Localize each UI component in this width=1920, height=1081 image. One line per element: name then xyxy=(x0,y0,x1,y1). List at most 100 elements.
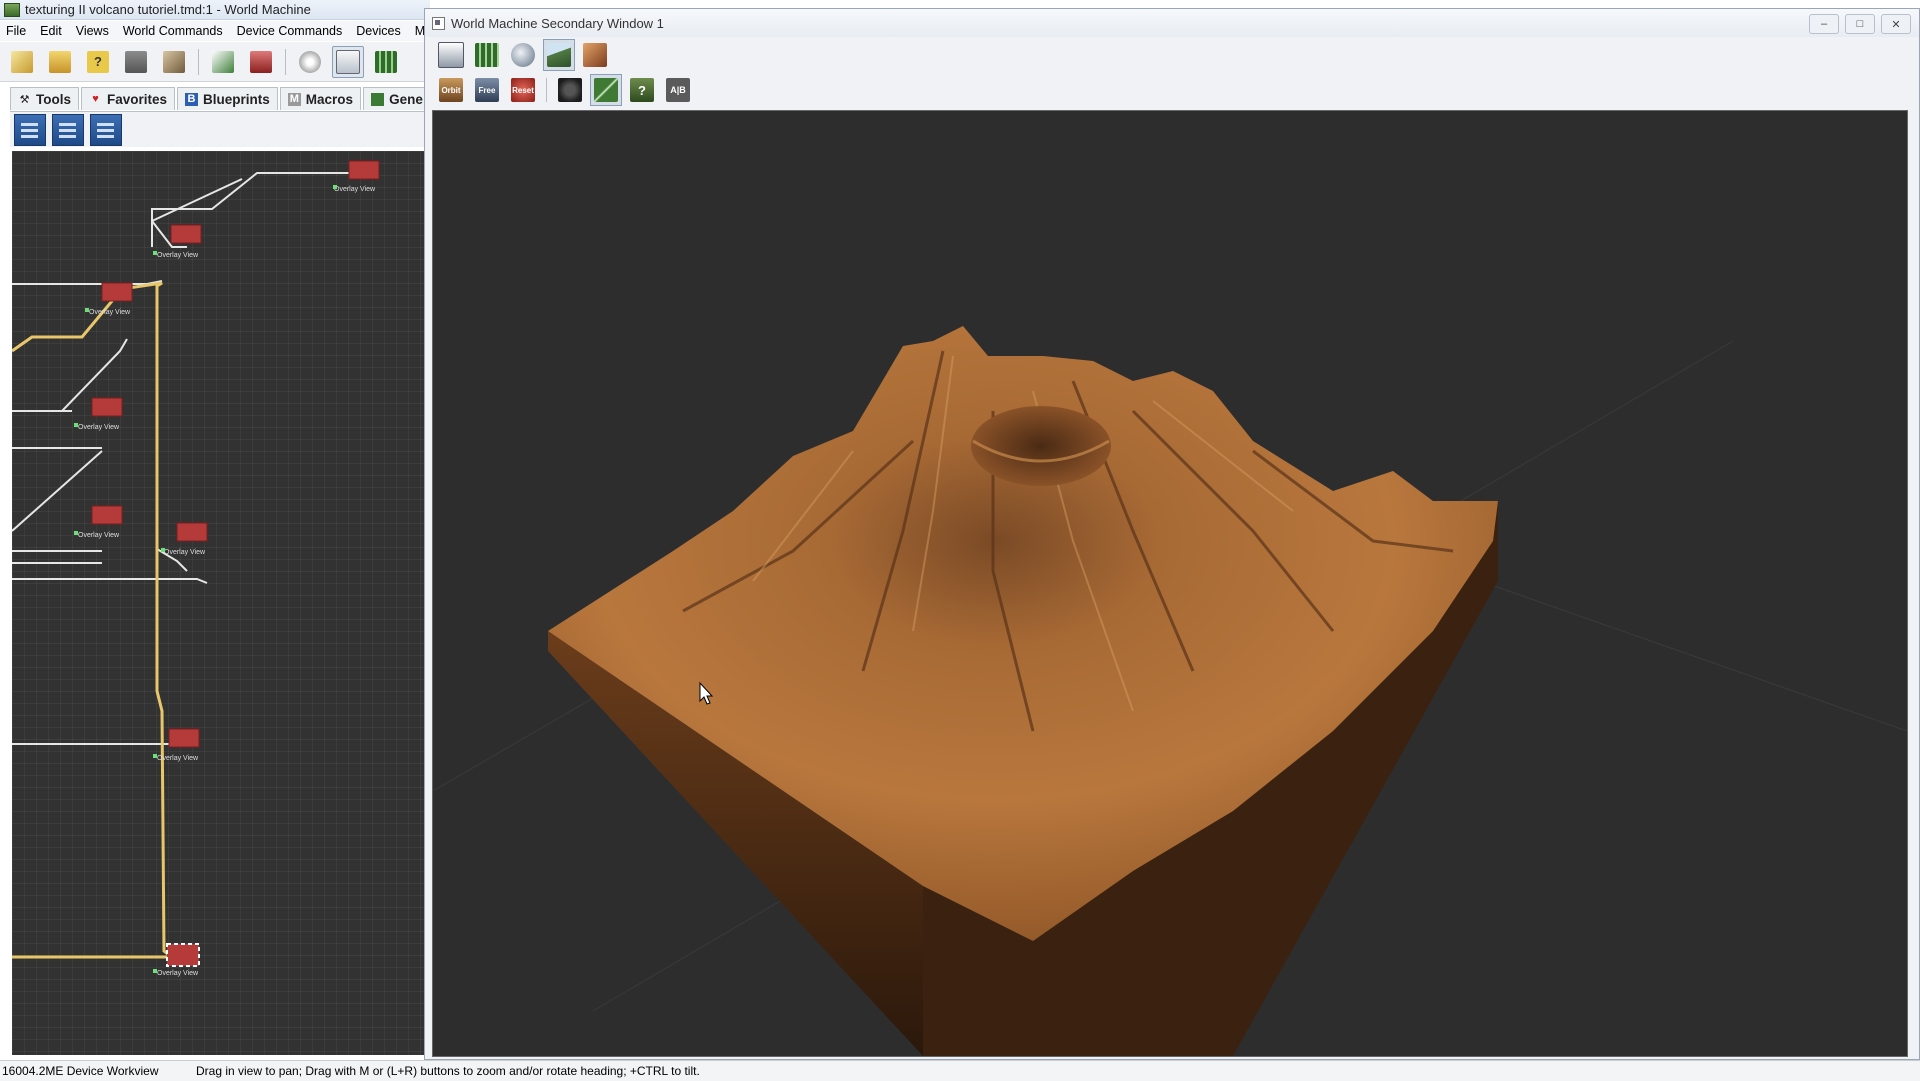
wireframe-icon xyxy=(594,78,618,102)
menu-views[interactable]: Views xyxy=(69,24,116,38)
overlay-view-node[interactable] xyxy=(168,728,200,748)
node-label: Overlay View xyxy=(78,424,120,431)
node-label: Overlay View xyxy=(89,309,131,316)
save-as-icon xyxy=(163,50,185,73)
tab-blueprints-label: Blueprints xyxy=(203,91,270,107)
world-settings-button[interactable] xyxy=(245,46,277,78)
camera-button[interactable] xyxy=(554,74,586,106)
overlay-view-node[interactable] xyxy=(170,224,202,244)
tab-favorites-label: Favorites xyxy=(107,91,168,107)
lighting-help-icon: ? xyxy=(630,78,654,102)
close-icon: ✕ xyxy=(1891,18,1901,31)
terrain-render[interactable] xyxy=(433,111,1907,1056)
toolbar-separator xyxy=(285,48,286,75)
palette-tools-row xyxy=(10,111,425,147)
node-label: Overlay View xyxy=(164,549,206,556)
export-button[interactable] xyxy=(207,46,239,78)
main-title-bar: texturing II volcano tutoriel.tmd:1 - Wo… xyxy=(0,0,430,20)
paint-texture-icon xyxy=(583,43,607,67)
overlay-view-node[interactable] xyxy=(91,397,123,417)
toolbar-separator xyxy=(198,48,199,75)
save-button[interactable] xyxy=(120,46,152,78)
compare-ab-button[interactable]: A|B xyxy=(662,74,694,106)
menu-macros[interactable]: Mac xyxy=(408,24,425,38)
paint-texture-button[interactable] xyxy=(579,39,611,71)
texture-grid-button[interactable] xyxy=(471,39,503,71)
node-graph[interactable]: Overlay View Overlay View Overlay View O… xyxy=(12,151,425,1055)
help-button[interactable]: ? xyxy=(82,46,114,78)
open-button[interactable] xyxy=(44,46,76,78)
overlay-view-node[interactable] xyxy=(91,505,123,525)
new-world-button[interactable] xyxy=(6,46,38,78)
minimize-icon: – xyxy=(1820,18,1828,30)
node-label: Overlay View xyxy=(157,252,199,259)
orbit-button[interactable]: Orbit xyxy=(435,74,467,106)
secondary-window-title: World Machine Secondary Window 1 xyxy=(451,15,664,31)
secondary-title-bar: World Machine Secondary Window 1 – □ ✕ xyxy=(425,9,1919,37)
palette-tabs: ⚒ Tools ♥ Favorites B Blueprints M Macro… xyxy=(10,86,425,110)
layout-view-icon xyxy=(375,50,397,73)
reset-camera-button[interactable]: Reset xyxy=(507,74,539,106)
close-button[interactable]: ✕ xyxy=(1881,14,1911,34)
tab-macros[interactable]: M Macros xyxy=(279,87,362,110)
node-label: Overlay View xyxy=(334,186,376,193)
tab-generators[interactable]: Gene xyxy=(363,87,425,110)
wireframe-button[interactable] xyxy=(590,74,622,106)
layout-view-button[interactable] xyxy=(370,46,402,78)
maximize-icon: □ xyxy=(1856,18,1864,30)
random-seed-button[interactable] xyxy=(294,46,326,78)
view-settings-icon xyxy=(438,42,464,68)
tab-tools[interactable]: ⚒ Tools xyxy=(10,87,79,110)
heart-icon: ♥ xyxy=(92,93,99,105)
maximize-button[interactable]: □ xyxy=(1845,14,1875,34)
main-toolbar: ? xyxy=(0,42,425,82)
menu-devices[interactable]: Devices xyxy=(349,24,407,38)
collapse-button[interactable] xyxy=(52,113,84,146)
3d-terrain-viewport[interactable] xyxy=(432,110,1908,1057)
sphere-view-button[interactable] xyxy=(507,39,539,71)
macro-icon: M xyxy=(287,92,301,106)
menu-edit[interactable]: Edit xyxy=(33,24,69,38)
tab-favorites[interactable]: ♥ Favorites xyxy=(81,87,176,110)
overlay-view-node[interactable] xyxy=(176,522,208,542)
overlay-view-node[interactable] xyxy=(101,282,133,302)
reset-camera-icon: Reset xyxy=(511,78,535,102)
open-folder-icon xyxy=(49,50,71,73)
free-camera-button[interactable]: Free xyxy=(471,74,503,106)
minimize-button[interactable]: – xyxy=(1809,14,1839,34)
expand-all-button[interactable] xyxy=(14,113,46,146)
sphere-view-icon xyxy=(511,43,535,67)
node-label: Overlay View xyxy=(78,532,120,539)
world-settings-icon xyxy=(250,50,272,73)
overlay-view-node[interactable] xyxy=(348,160,380,180)
toolbar-separator xyxy=(546,78,547,102)
arrange-button[interactable] xyxy=(90,113,122,146)
save-as-button[interactable] xyxy=(158,46,190,78)
status-bar: 16004.2ME Device Workview Drag in view t… xyxy=(0,1060,1920,1081)
tab-blueprints[interactable]: B Blueprints xyxy=(177,87,278,110)
node-label: Overlay View xyxy=(157,970,199,977)
secondary-toolbar-bottom: Orbit Free Reset ? A|B xyxy=(425,73,1919,107)
view-settings-button[interactable] xyxy=(435,39,467,71)
menu-file[interactable]: File xyxy=(0,24,33,38)
node-group xyxy=(91,160,380,967)
secondary-toolbar-top xyxy=(425,37,1919,73)
lighting-help-button[interactable]: ? xyxy=(626,74,658,106)
help-icon: ? xyxy=(87,50,109,73)
tab-generators-label: Gene xyxy=(389,91,423,107)
device-workview[interactable]: Overlay View Overlay View Overlay View O… xyxy=(12,151,425,1055)
volcano-crater xyxy=(971,406,1111,486)
save-icon xyxy=(125,50,147,73)
menu-world-commands[interactable]: World Commands xyxy=(116,24,230,38)
terrain-view-button[interactable] xyxy=(543,39,575,71)
status-memory: 16004.2ME Device Workview xyxy=(2,1064,159,1078)
device-workview-icon xyxy=(336,49,360,74)
orbit-icon: Orbit xyxy=(439,78,463,102)
menu-device-commands[interactable]: Device Commands xyxy=(230,24,350,38)
window-icon xyxy=(432,16,445,30)
main-window-title: texturing II volcano tutoriel.tmd:1 - Wo… xyxy=(25,2,311,17)
selected-overlay-view-node[interactable] xyxy=(166,943,200,967)
tab-tools-label: Tools xyxy=(36,91,71,107)
compare-ab-icon: A|B xyxy=(666,78,690,102)
device-workview-button[interactable] xyxy=(332,45,364,78)
